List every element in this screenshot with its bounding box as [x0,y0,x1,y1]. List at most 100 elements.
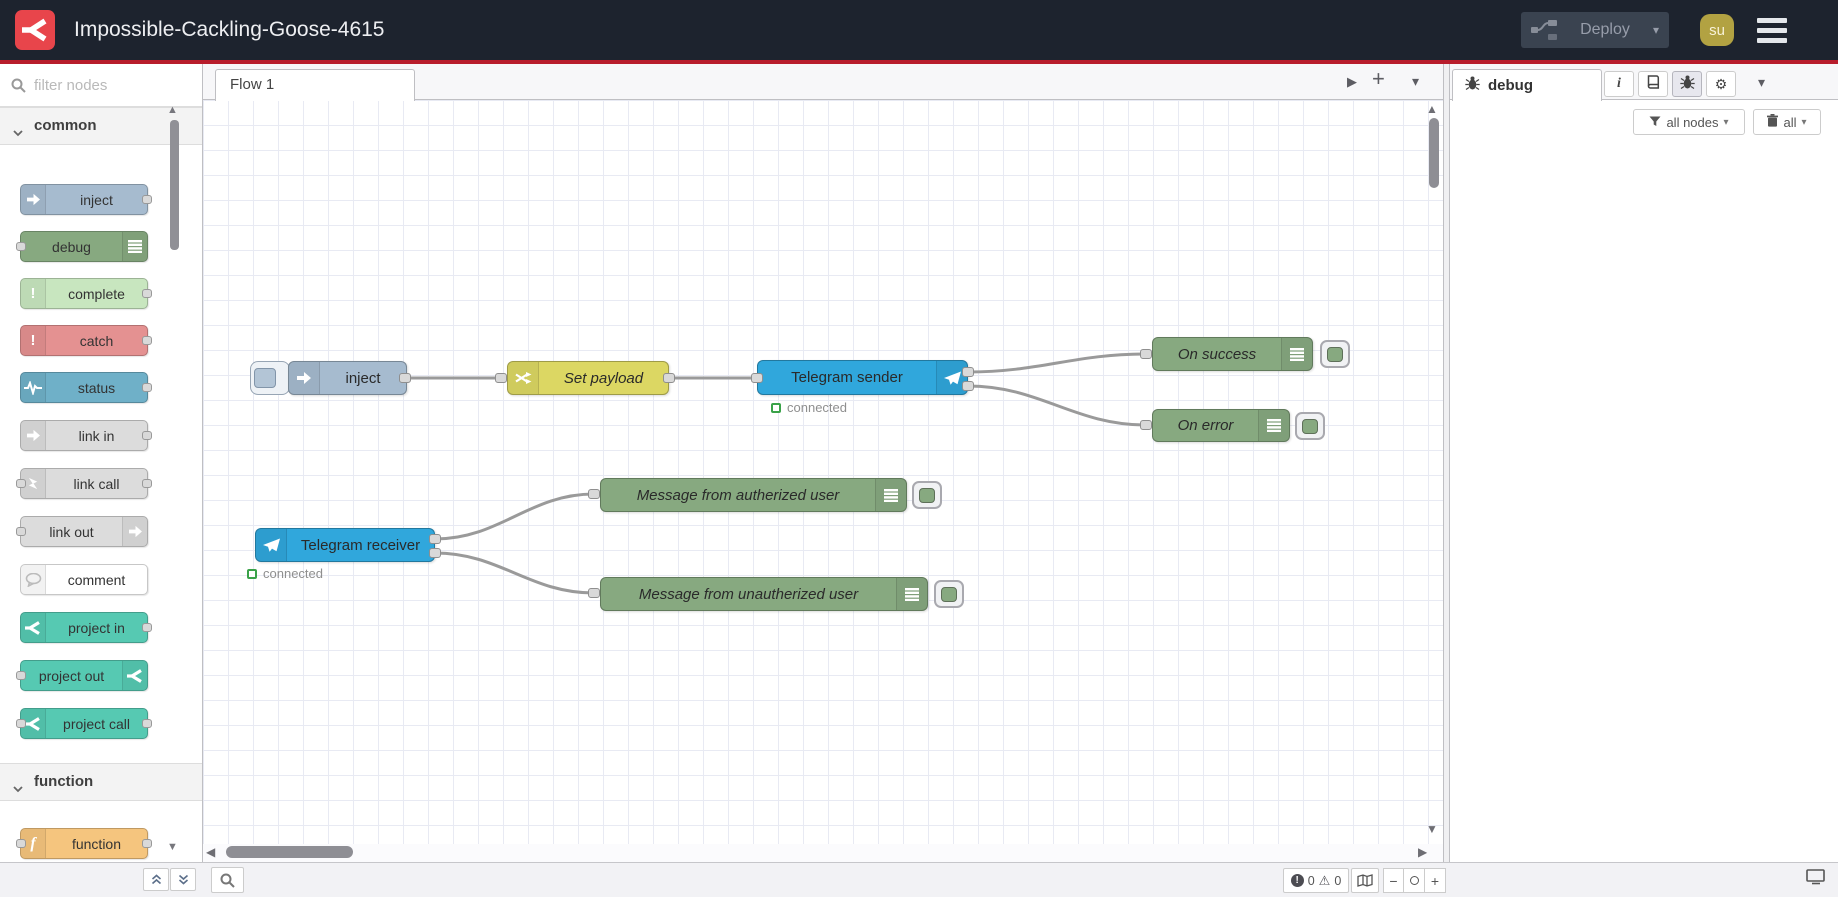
debug-panel-button[interactable] [1672,71,1702,97]
sidebar-divider[interactable] [1443,64,1450,897]
zoom-out-button[interactable]: − [1383,868,1404,893]
debug-panel-body [1450,100,1838,862]
palette-node-complete[interactable]: ! complete [20,278,152,309]
list-icon [1258,410,1289,441]
filter-nodes-input[interactable] [32,72,182,98]
status-text: connected [263,566,323,581]
palette-node-link-out[interactable]: link out [16,516,148,547]
inject-arrow-icon [21,185,46,214]
palette-node-label: comment [67,571,126,588]
debug-toggle-button[interactable] [912,481,942,509]
tab-scroll-right-icon[interactable]: ▶ [1347,74,1357,90]
info-panel-button[interactable]: i [1604,71,1634,97]
palette-scroll-up-icon[interactable]: ▲ [167,104,178,116]
sender-input-port[interactable] [751,373,763,383]
inject-trigger-button[interactable] [250,361,290,395]
flow-wires [405,352,1147,595]
canvas-scroll-right-icon[interactable]: ▶ [1418,845,1427,859]
link-arrow-icon [21,421,46,450]
receiver-output-port-2[interactable] [429,548,441,558]
output-port [142,336,152,345]
palette-scrollbar-thumb[interactable] [170,120,179,250]
receiver-output-port-1[interactable] [429,534,441,544]
exclamation-icon: ! [21,279,46,308]
zoom-controls: − + [1383,868,1446,893]
canvas-vscrollbar-thumb[interactable] [1429,118,1439,188]
sender-output-port-2[interactable] [962,381,974,391]
flow-node-set-payload[interactable]: Set payload [507,361,669,395]
footer-bar [0,862,1838,897]
minimap-button[interactable] [1351,868,1379,893]
on-success-input-port[interactable] [1140,349,1152,359]
palette-node-project-in[interactable]: project in [20,612,152,643]
deploy-caret-icon[interactable]: ▾ [1653,23,1659,37]
node-label: Telegram sender [791,369,903,386]
category-label: common [34,117,97,134]
canvas-hscrollbar-thumb[interactable] [226,846,353,858]
flow-tab-label: Flow 1 [230,76,275,93]
flow-node-telegram-sender[interactable]: Telegram sender [757,360,968,395]
debug-filter-button[interactable]: all nodes ▾ [1633,109,1745,135]
palette-node-link-call[interactable]: link call [16,468,152,499]
palette-collapse-all-button[interactable] [143,868,169,891]
inject-output-port[interactable] [399,373,411,383]
palette-node-debug[interactable]: debug [16,231,148,262]
warning-count: 0 [1334,873,1342,888]
canvas-scroll-left-icon[interactable]: ◀ [206,845,215,859]
palette-node-status[interactable]: status [20,372,152,403]
on-error-input-port[interactable] [1140,420,1152,430]
flow-node-msg-authorized[interactable]: Message from autherized user [600,478,907,512]
flow-node-inject[interactable]: inject [288,361,407,395]
palette-search [0,64,202,107]
debug-toggle-button[interactable] [1295,412,1325,440]
status-dot-icon [771,402,781,413]
help-panel-button[interactable] [1638,71,1668,97]
wire[interactable] [434,551,595,595]
wire[interactable] [967,352,1147,374]
palette-node-function[interactable]: f function [16,828,152,859]
error-warning-counts[interactable]: ! 0 ⚠ 0 [1283,868,1349,893]
canvas-scroll-down-icon[interactable]: ▼ [1426,822,1438,836]
open-debug-window-button[interactable] [1806,869,1826,890]
palette-node-inject[interactable]: inject [20,184,152,215]
tab-flow-1[interactable]: Flow 1 [215,69,415,101]
flow-node-on-error[interactable]: On error [1152,409,1290,442]
wire[interactable] [434,492,595,541]
change-input-port[interactable] [495,373,507,383]
palette-node-catch[interactable]: ! catch [20,325,152,356]
palette-node-project-call[interactable]: project call [16,708,152,739]
debug-toggle-button[interactable] [934,580,964,608]
deploy-button[interactable]: Deploy ▾ [1521,12,1669,48]
sender-output-port-1[interactable] [962,367,974,377]
node-red-logo-icon [22,18,47,42]
change-output-port[interactable] [663,373,675,383]
palette-node-link-in[interactable]: link in [20,420,152,451]
palette-node-comment[interactable]: comment [20,564,148,595]
debug-toggle-button[interactable] [1320,340,1350,368]
zoom-reset-button[interactable] [1404,868,1425,893]
flow-list-caret-icon[interactable]: ▾ [1412,73,1419,90]
palette-expand-all-button[interactable] [170,868,196,891]
zoom-in-button[interactable]: + [1425,868,1446,893]
tab-debug[interactable]: debug [1452,69,1602,101]
user-avatar[interactable]: su [1700,14,1734,46]
sidebar-menu-caret-icon[interactable]: ▾ [1758,74,1765,91]
flow-node-msg-unauthorized[interactable]: Message from unautherized user [600,577,928,611]
workspace-search-button[interactable] [211,867,244,893]
flow-node-on-success[interactable]: On success [1152,337,1313,371]
palette-scroll-down-icon[interactable]: ▼ [167,841,178,853]
canvas-scroll-up-icon[interactable]: ▲ [1426,102,1438,116]
wire[interactable] [967,384,1147,427]
debug-clear-button[interactable]: all ▾ [1753,109,1821,135]
config-panel-button[interactable]: ⚙ [1706,71,1736,97]
msg-auth-input-port[interactable] [588,489,600,499]
add-flow-button[interactable]: + [1372,66,1385,92]
main-menu-button[interactable] [1757,18,1787,43]
palette-node-project-out[interactable]: project out [16,660,148,691]
msg-unauth-input-port[interactable] [588,588,600,598]
output-port [142,839,152,848]
node-label: Message from unautherized user [638,585,859,603]
flow-node-telegram-receiver[interactable]: Telegram receiver [255,528,435,562]
palette-category-function[interactable]: function [0,763,202,801]
bug-icon [1679,75,1695,94]
